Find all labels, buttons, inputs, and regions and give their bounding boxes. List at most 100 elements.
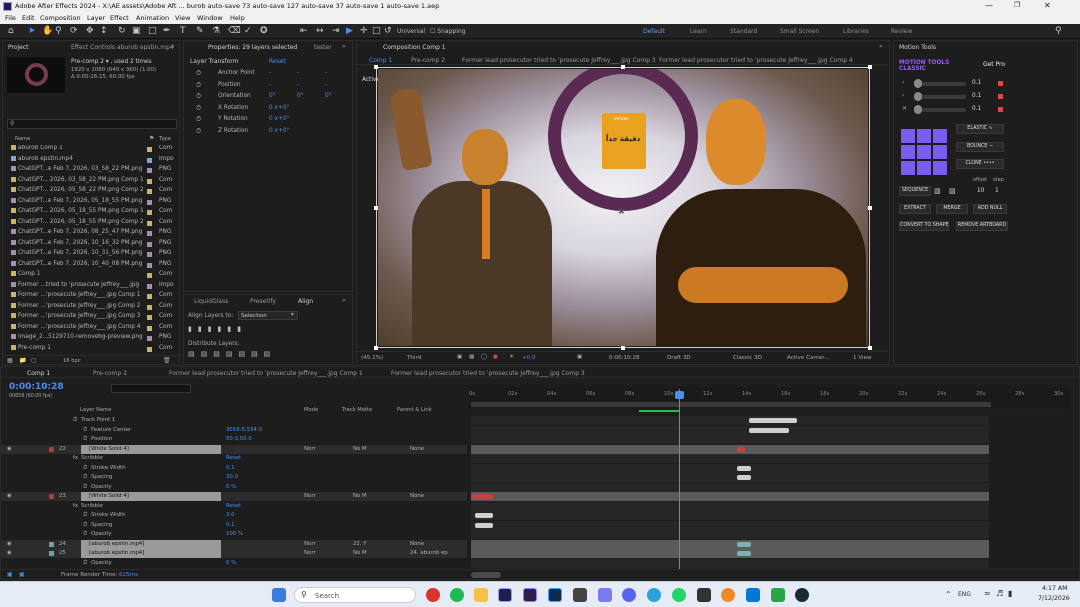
- type-tool-icon[interactable]: T: [180, 26, 186, 36]
- stopwatch-icon[interactable]: ⏱: [196, 81, 201, 90]
- stopwatch-icon[interactable]: ⏱: [83, 512, 87, 519]
- workspace-default[interactable]: Default: [643, 28, 665, 35]
- property-value[interactable]: 30.0: [226, 474, 238, 480]
- property-row[interactable]: ⏱ Stroke Width 3.0: [1, 511, 467, 520]
- workspace-learn[interactable]: Learn: [690, 28, 707, 35]
- anchor-cell[interactable]: [901, 129, 915, 143]
- property-value-input[interactable]: -: [297, 82, 299, 88]
- label-color-swatch[interactable]: [147, 325, 152, 331]
- project-item[interactable]: ChatGPT...e Feb 7, 2026, 10_31_56 PM.png…: [3, 250, 179, 259]
- toggle-modes-icon[interactable]: ▣: [19, 571, 25, 578]
- transform-handle[interactable]: [868, 206, 872, 210]
- property-value[interactable]: Reset: [226, 503, 241, 509]
- align-buttons-row[interactable]: ▮▮▮▮▮▮: [188, 325, 308, 335]
- property-row[interactable]: ⏱ Opacity 0 %: [1, 483, 467, 492]
- track-matte-select[interactable]: No M: [353, 493, 367, 499]
- label-color-swatch[interactable]: [147, 178, 152, 184]
- property-value[interactable]: Reset: [226, 455, 241, 461]
- remove-artboard-button[interactable]: REMOVE ARTBOARD: [956, 221, 1008, 231]
- track-matte-select[interactable]: No M: [353, 550, 367, 556]
- clone-button[interactable]: CLONE ••••: [956, 159, 1004, 169]
- project-item[interactable]: ChatGPT...e Feb 7, 2026, 05_18_55 PM.png…: [3, 197, 179, 207]
- layer-row[interactable]: ◉ 25 [aburob epstin.mp4] Norr No M 24. aburob…: [1, 549, 467, 558]
- language-indicator[interactable]: ENG: [958, 591, 971, 598]
- label-color-swatch[interactable]: [147, 199, 152, 205]
- label-color-swatch[interactable]: [147, 262, 152, 268]
- panel-menu-icon[interactable]: »: [342, 43, 346, 50]
- easing-arrow-icon[interactable]: ‹: [902, 79, 904, 86]
- anchor-cell[interactable]: [933, 145, 947, 159]
- property-value[interactable]: 0.1: [226, 465, 235, 471]
- project-item[interactable]: ChatGPT... 2026, 05_18_55 PM.png Comp 2 C…: [3, 218, 179, 228]
- stopwatch-icon[interactable]: ⏱: [83, 522, 87, 529]
- layer-duration-bar[interactable]: [471, 549, 989, 558]
- color-channel-icon[interactable]: ●: [493, 354, 498, 360]
- transform-handle[interactable]: [621, 346, 625, 350]
- new-folder-icon[interactable]: 📁: [19, 357, 26, 364]
- easing-color-marker[interactable]: [998, 107, 1003, 112]
- snapshot-icon[interactable]: ▣: [577, 354, 582, 360]
- stopwatch-icon[interactable]: ⏱: [196, 104, 201, 113]
- zoom-level[interactable]: (45.1%): [361, 355, 383, 361]
- workspace-small-screen[interactable]: Small Screen: [780, 28, 819, 35]
- menu-composition[interactable]: Composition: [40, 14, 81, 22]
- project-item[interactable]: ChatGPT... 2026, 05_58_22 PM.png Comp 2 C…: [3, 187, 179, 196]
- project-item[interactable]: aburob Comp 1 Com: [3, 145, 179, 154]
- track-matte-select[interactable]: 22. Y: [353, 541, 367, 547]
- timeline-tab-former-comp-3[interactable]: Former lead prosecutor tried to 'prosecu…: [391, 370, 585, 377]
- workspace-review[interactable]: Review: [891, 28, 912, 35]
- pan-tool-icon[interactable]: ✥: [86, 26, 94, 36]
- project-item[interactable]: Comp 1 Com: [3, 271, 179, 280]
- project-item[interactable]: image_2...5129710-removebg-preview.png PN…: [3, 334, 179, 343]
- keyframe-marker[interactable]: [737, 475, 751, 480]
- label-color-swatch[interactable]: [147, 168, 152, 173]
- sequence-reverse-icon[interactable]: ▨: [949, 187, 956, 195]
- renderer-select[interactable]: Classic 3D: [733, 355, 762, 361]
- anchor-tool-icon[interactable]: ▣: [132, 26, 141, 36]
- playhead-handle[interactable]: [675, 391, 684, 399]
- new-comp-icon[interactable]: ▢: [31, 357, 37, 364]
- label-color-swatch[interactable]: [147, 315, 152, 320]
- col-layer-name[interactable]: Layer Name: [80, 407, 111, 413]
- tab-tester[interactable]: tester: [314, 44, 332, 51]
- stopwatch-icon[interactable]: ⏱: [83, 484, 87, 491]
- property-value[interactable]: 3018.0,534.0: [226, 427, 262, 433]
- label-color-swatch[interactable]: [147, 147, 152, 152]
- easing-slider-thumb[interactable]: [914, 79, 922, 88]
- visibility-eye-icon[interactable]: ◉: [7, 493, 12, 499]
- transform-handle[interactable]: [621, 65, 625, 69]
- interpret-footage-icon[interactable]: ▦: [7, 357, 13, 364]
- puppet-tool-icon[interactable]: ✪: [260, 26, 268, 36]
- project-item[interactable]: Former ...tried to 'prosecute Jeffrey___…: [3, 281, 179, 291]
- time-ruler[interactable]: 0s 02s 04s 06s 08s 10s 12s 14s 16s 18s 20s 22s 24s 26…: [469, 387, 1069, 412]
- subtab-former-comp-3[interactable]: Former lead prosecutor tried to 'prosecu…: [462, 57, 656, 64]
- parent-link-select[interactable]: None: [410, 493, 424, 499]
- draft-3d-toggle[interactable]: Draft 3D: [667, 355, 691, 361]
- stopwatch-icon[interactable]: ⏱: [83, 465, 87, 472]
- track-matte-select[interactable]: No M: [353, 446, 367, 452]
- selection-tool-icon[interactable]: ➤: [28, 26, 36, 36]
- tab-project[interactable]: Project: [8, 44, 29, 51]
- stopwatch-icon[interactable]: ⏱: [196, 115, 201, 124]
- layer-label-color[interactable]: [49, 541, 54, 547]
- label-color-swatch[interactable]: [147, 283, 152, 289]
- layer-name[interactable]: [aburob epstin.mp4]: [81, 539, 221, 549]
- rotate-icon[interactable]: ↺: [384, 26, 392, 36]
- menu-view[interactable]: View: [175, 14, 190, 22]
- eraser-tool-icon[interactable]: ⌫: [228, 26, 241, 36]
- step-input[interactable]: 1: [995, 188, 999, 194]
- tab-composition[interactable]: Composition Comp 1: [383, 44, 446, 51]
- property-value-input[interactable]: -: [325, 70, 327, 76]
- play-icon[interactable]: ▶: [346, 26, 353, 36]
- layer-row[interactable]: ◉ 22 [White Solid 4] Norr No M None: [1, 444, 467, 454]
- easing-value[interactable]: 0.1: [972, 80, 981, 86]
- tab-presetify[interactable]: Presetify: [250, 298, 276, 305]
- spreadsheet-icon[interactable]: [771, 588, 785, 602]
- menu-file[interactable]: File: [5, 14, 16, 22]
- easing-color-marker[interactable]: [998, 81, 1003, 86]
- col-track-matte[interactable]: Track Matte: [342, 407, 372, 413]
- capcut-icon[interactable]: [697, 588, 711, 602]
- keyframe-marker[interactable]: [749, 427, 789, 433]
- property-value-input[interactable]: -: [325, 82, 327, 88]
- subtab-comp-1[interactable]: Comp 1: [369, 57, 392, 64]
